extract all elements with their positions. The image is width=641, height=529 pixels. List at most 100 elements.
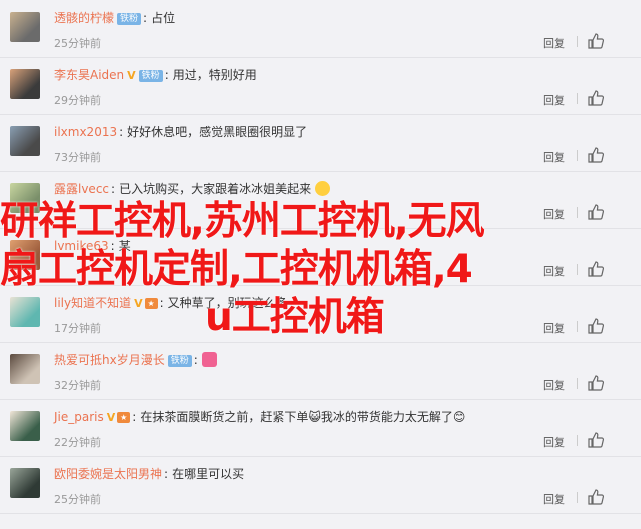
medal-icon: ★ (144, 298, 158, 309)
thumbs-up-icon (588, 261, 605, 277)
like-button[interactable] (587, 317, 627, 335)
vip-icon: V (134, 297, 143, 310)
username-link[interactable]: Jie_paris (54, 410, 104, 424)
action-divider (577, 150, 578, 161)
thumbs-up-icon (588, 147, 605, 163)
comment-row: lily知道不知道 V ★: 又种草了，别玩这么多 17分钟前 回复 (0, 285, 641, 343)
comment-time: 25分钟前 (54, 493, 101, 506)
username-link[interactable]: ilxmx2013 (54, 125, 117, 139)
thumbs-up-icon (588, 318, 605, 334)
reply-button[interactable]: 回复 (543, 263, 565, 279)
comment-line: lily知道不知道 V ★: 又种草了，别玩这么多 (54, 295, 288, 312)
like-button[interactable] (587, 488, 627, 506)
comment-line: 欧阳委婉是太阳男神: 在哪里可以买 (54, 466, 244, 482)
comment-text: 某 (118, 239, 131, 253)
fan-badge: 铁粉 (167, 355, 192, 367)
action-divider (577, 321, 578, 332)
colon-separator: : (110, 239, 115, 253)
comment-row: 欧阳委婉是太阳男神: 在哪里可以买 25分钟前 回复 (0, 456, 641, 514)
reply-button[interactable]: 回复 (543, 377, 565, 393)
comment-text: 好好休息吧，感觉黑眼圈很明显了 (127, 125, 308, 139)
like-button[interactable] (587, 146, 627, 164)
avatar[interactable] (10, 12, 40, 42)
comment-line: ilxmx2013: 好好休息吧，感觉黑眼圈很明显了 (54, 124, 307, 140)
comment-line: 李东昊Aiden V 铁粉: 用过，特别好用 (54, 67, 257, 84)
action-divider (577, 378, 578, 389)
thumbs-up-icon (588, 204, 605, 220)
thumbs-up-icon (588, 489, 605, 505)
comment-row: 李东昊Aiden V 铁粉: 用过，特别好用 29分钟前 回复 (0, 57, 641, 115)
thumbs-up-icon (588, 375, 605, 391)
like-button[interactable] (587, 32, 627, 50)
reply-button[interactable]: 回复 (543, 35, 565, 51)
like-button[interactable] (587, 431, 627, 449)
avatar[interactable] (10, 69, 40, 99)
comment-line: Jie_paris V ★: 在抹茶面膜断货之前，赶紧下单😺我冰的带货能力太无解了😊 (54, 409, 465, 426)
comment-text: 已入坑购买，大家跟着冰冰姐美起来 (119, 182, 312, 196)
colon-separator: : (119, 125, 124, 139)
vip-icon: V (106, 411, 116, 424)
like-button[interactable] (587, 89, 627, 107)
action-divider (577, 36, 578, 47)
avatar[interactable] (10, 354, 40, 384)
reply-button[interactable]: 回复 (543, 149, 565, 165)
comment-list: 透骸的柠檬 铁粉: 占位 25分钟前 回复 李东昊Aiden V 铁粉: 用过，特别好用 29分钟… (0, 0, 641, 529)
reply-button[interactable]: 回复 (543, 320, 565, 336)
username-link[interactable]: 欧阳委婉是太阳男神 (54, 467, 162, 481)
comment-line: 露露lvecc: 已入坑购买，大家跟着冰冰姐美起来 (54, 181, 331, 197)
comment-text: 占位 (151, 11, 176, 25)
medal-icon: ★ (117, 412, 131, 423)
username-link[interactable]: 李东昊Aiden (54, 68, 124, 82)
colon-separator: : (193, 353, 198, 367)
comment-time: 25分钟前 (54, 37, 101, 50)
comment-row: ilxmx2013: 好好休息吧，感觉黑眼圈很明显了 73分钟前 回复 (0, 114, 641, 172)
username-link[interactable]: lvmike63 (54, 239, 109, 253)
comment-text: 在哪里可以买 (172, 467, 245, 481)
reply-button[interactable]: 回复 (543, 206, 565, 222)
avatar[interactable] (10, 240, 40, 270)
username-link[interactable]: 热爱可抵hx岁月漫长 (54, 353, 165, 367)
reply-button[interactable]: 回复 (543, 491, 565, 507)
comment-text: 用过，特别好用 (172, 68, 257, 82)
colon-separator: : (164, 68, 169, 82)
username-link[interactable]: 透骸的柠檬 (54, 11, 114, 25)
reply-button[interactable]: 回复 (543, 434, 565, 450)
colon-separator: : (111, 182, 116, 196)
comment-time: 29分钟前 (54, 94, 101, 107)
colon-separator: : (143, 11, 148, 25)
action-divider (577, 492, 578, 503)
fan-badge: 铁粉 (138, 70, 163, 82)
colon-separator: : (164, 467, 169, 481)
action-divider (577, 93, 578, 104)
username-link[interactable]: lily知道不知道 (54, 296, 131, 310)
comment-time: 73分钟前 (54, 151, 101, 164)
avatar[interactable] (10, 183, 40, 213)
comment-line: 热爱可抵hx岁月漫长 铁粉: (54, 352, 218, 368)
comment-line: lvmike63: 某 (54, 238, 131, 254)
comment-text: 在抹茶面膜断货之前，赶紧下单😺我冰的带货能力太无解了😊 (140, 410, 466, 424)
action-divider (577, 207, 578, 218)
avatar[interactable] (10, 411, 40, 441)
comment-line: 透骸的柠檬 铁粉: 占位 (54, 10, 175, 26)
comment-row: 露露lvecc: 已入坑购买，大家跟着冰冰姐美起来回复 (0, 171, 641, 229)
avatar[interactable] (10, 126, 40, 156)
thumbs-up-icon (588, 90, 605, 106)
comment-time: 17分钟前 (54, 322, 101, 335)
like-button[interactable] (587, 374, 627, 392)
colon-separator: : (132, 410, 137, 424)
username-link[interactable]: 露露lvecc (54, 182, 109, 196)
avatar[interactable] (10, 297, 40, 327)
fan-badge: 铁粉 (117, 13, 142, 25)
comment-row: Jie_paris V ★: 在抹茶面膜断货之前，赶紧下单😺我冰的带货能力太无解了😊 2… (0, 399, 641, 457)
comment-row: 透骸的柠檬 铁粉: 占位 25分钟前 回复 (0, 0, 641, 58)
reply-button[interactable]: 回复 (543, 92, 565, 108)
like-button[interactable] (587, 260, 627, 278)
comment-time: 22分钟前 (54, 436, 101, 449)
thumbs-up-icon (588, 33, 605, 49)
action-divider (577, 435, 578, 446)
vip-icon: V (127, 69, 136, 82)
like-button[interactable] (587, 203, 627, 221)
colon-separator: : (159, 296, 164, 310)
avatar[interactable] (10, 468, 40, 498)
thumbs-up-icon (588, 432, 605, 448)
